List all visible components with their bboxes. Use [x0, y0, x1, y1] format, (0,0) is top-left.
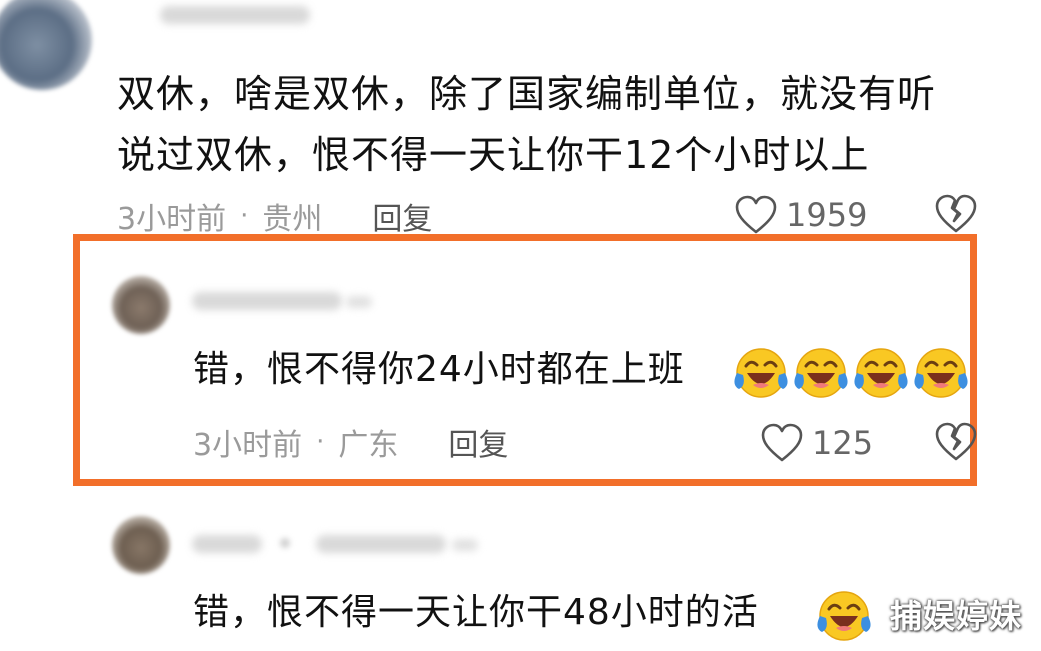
avatar[interactable]	[0, 0, 92, 90]
comment-text: 错，恨不得你24小时都在上班	[193, 349, 685, 390]
separator-dot: ·	[240, 201, 249, 231]
user-badge-blurred	[452, 539, 478, 551]
like-count: 125	[812, 424, 874, 462]
comment-text: 错，恨不得一天让你干48小时的活	[193, 592, 759, 633]
comment-location: 贵州	[262, 202, 323, 237]
reply-button[interactable]: 回复	[372, 194, 432, 238]
comment-meta: 3小时前 · 广东 回复	[193, 418, 508, 466]
laughing-crying-emoji-icon	[734, 348, 788, 398]
reply-button[interactable]: 回复	[448, 420, 508, 464]
dislike-button[interactable]	[934, 422, 978, 466]
comment-time: 3小时前	[117, 202, 227, 237]
username-blurred[interactable]	[192, 535, 262, 553]
broken-heart-icon	[935, 194, 977, 233]
heart-outline-icon	[735, 195, 777, 234]
laughing-crying-emoji-icon	[817, 591, 871, 641]
comment-text-line: 说过双休，恨不得一天让你干12个小时以上	[117, 133, 870, 177]
dislike-button[interactable]	[934, 194, 978, 238]
heart-outline-icon	[761, 423, 803, 462]
like-button[interactable]: 125	[760, 418, 873, 468]
reply-target-blurred[interactable]	[316, 535, 446, 553]
like-button[interactable]: 1959	[734, 190, 867, 240]
username-blurred[interactable]	[160, 6, 310, 24]
like-count: 1959	[786, 196, 868, 234]
user-badge-blurred	[346, 296, 372, 308]
watermark: 捕娱婷妹	[890, 597, 1023, 635]
username-blurred[interactable]	[192, 292, 342, 310]
laughing-crying-emoji-icon	[794, 348, 848, 398]
comment-text-line: 双休，啥是双休，除了国家编制单位，就没有听	[117, 72, 937, 116]
laughing-crying-emoji-icon	[854, 348, 908, 398]
broken-heart-icon	[935, 422, 977, 461]
comment-time: 3小时前	[193, 428, 303, 463]
reply-arrow-blurred	[280, 538, 290, 548]
laughing-crying-emoji-icon	[914, 348, 968, 398]
comment-text: 双休，啥是双休，除了国家编制单位，就没有听 说过双休，恨不得一天让你干12个小时…	[117, 64, 997, 186]
separator-dot: ·	[316, 427, 325, 457]
comment-meta: 3小时前 · 贵州 回复	[117, 192, 432, 240]
avatar[interactable]	[112, 516, 170, 574]
avatar[interactable]	[112, 276, 170, 334]
comment-location: 广东	[338, 428, 399, 463]
